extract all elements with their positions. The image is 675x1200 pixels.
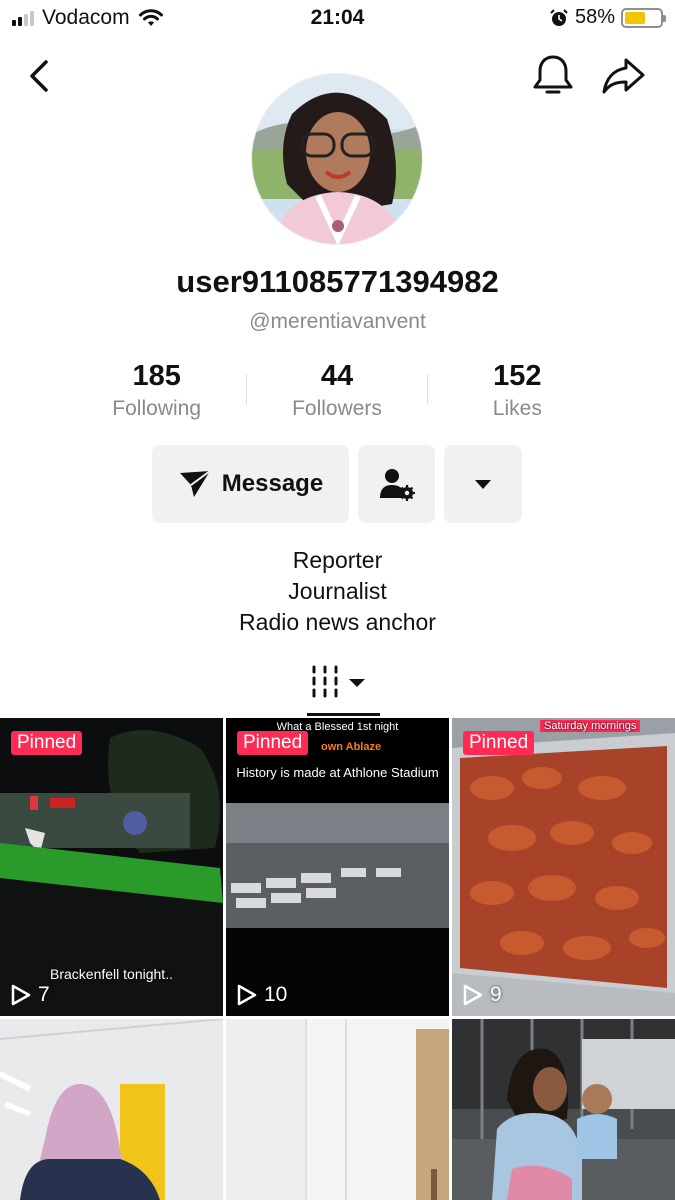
battery-percent: 58% — [574, 6, 615, 28]
friend-settings-button[interactable] — [358, 445, 435, 523]
video-thumbnail-image — [452, 1019, 675, 1200]
share-button[interactable] — [600, 54, 648, 98]
video-thumbnail[interactable] — [226, 1019, 449, 1200]
more-options-button[interactable] — [444, 445, 522, 523]
status-bar: Vodacom 21:04 58% — [0, 0, 675, 38]
avatar-photo — [252, 74, 422, 244]
pinned-badge: Pinned — [237, 731, 309, 755]
bio-line: Reporter — [292, 547, 383, 573]
video-thumbnail-image — [226, 1019, 449, 1200]
video-thumbnail[interactable] — [0, 1019, 223, 1200]
stat-value: 44 — [320, 360, 354, 392]
tab-indicator — [307, 713, 380, 716]
view-count-value: 10 — [264, 983, 288, 1006]
profile-stats: 185 Following 44 Followers 152 Likes — [67, 360, 607, 424]
tab-videos[interactable] — [308, 662, 378, 702]
grid-tab-icon — [312, 665, 365, 698]
message-label: Message — [221, 470, 324, 497]
bio-line: Radio news anchor — [239, 609, 436, 635]
stat-label: Likes — [492, 397, 542, 420]
view-count: 9 — [462, 983, 502, 1007]
video-grid: Brackenfell tonight.. Pinned 7 What a Bl… — [0, 718, 675, 1200]
message-button[interactable]: Message — [152, 445, 349, 523]
send-icon — [179, 470, 211, 497]
back-button[interactable] — [22, 54, 62, 98]
profile-bio: Reporter Journalist Radio news anchor — [0, 545, 675, 638]
view-count-value: 7 — [38, 983, 50, 1006]
stat-label: Following — [112, 397, 202, 420]
alarm-icon — [550, 8, 568, 26]
video-caption: History is made at Athlone Stadium — [236, 765, 439, 780]
video-caption: Brackenfell tonight.. — [50, 966, 173, 982]
notification-button[interactable] — [530, 52, 576, 100]
video-caption-highlight: own Ablaze — [321, 741, 382, 753]
bio-line: Journalist — [288, 578, 387, 604]
battery-icon — [621, 7, 666, 28]
user-settings-icon — [379, 469, 415, 501]
video-thumbnail[interactable]: What a Blessed 1st night own Ablaze Hist… — [226, 718, 449, 1016]
pinned-badge: Pinned — [11, 731, 83, 755]
stat-likes[interactable]: 152 Likes — [428, 360, 607, 424]
video-thumbnail-image — [226, 718, 449, 1016]
stat-label: Followers — [292, 397, 382, 420]
caret-down-icon — [475, 480, 491, 489]
user-handle: @merentiavanvent — [249, 310, 426, 333]
avatar[interactable] — [251, 73, 423, 245]
play-icon — [237, 984, 257, 1006]
pinned-badge: Pinned — [463, 731, 535, 755]
video-thumbnail[interactable]: Saturday mornings Pinned 9 — [452, 718, 675, 1016]
video-thumbnail[interactable]: Brackenfell tonight.. Pinned 7 — [0, 718, 223, 1016]
play-icon — [11, 984, 31, 1006]
stat-following[interactable]: 185 Following — [67, 360, 246, 424]
video-thumbnail-image — [452, 718, 675, 1016]
view-count: 10 — [236, 983, 287, 1007]
play-icon — [463, 984, 483, 1006]
chevron-left-icon — [30, 60, 48, 92]
video-thumbnail-image — [0, 1019, 223, 1200]
stat-value: 185 — [132, 360, 181, 392]
stat-followers[interactable]: 44 Followers — [247, 360, 426, 424]
bell-icon — [533, 55, 573, 94]
view-count-value: 9 — [490, 983, 502, 1006]
share-arrow-icon — [602, 58, 645, 94]
username: user911085771394982 — [176, 264, 499, 299]
video-caption-top: Saturday mornings — [540, 720, 641, 732]
video-thumbnail[interactable] — [452, 1019, 675, 1200]
view-count: 7 — [10, 983, 50, 1007]
stat-value: 152 — [493, 360, 542, 392]
